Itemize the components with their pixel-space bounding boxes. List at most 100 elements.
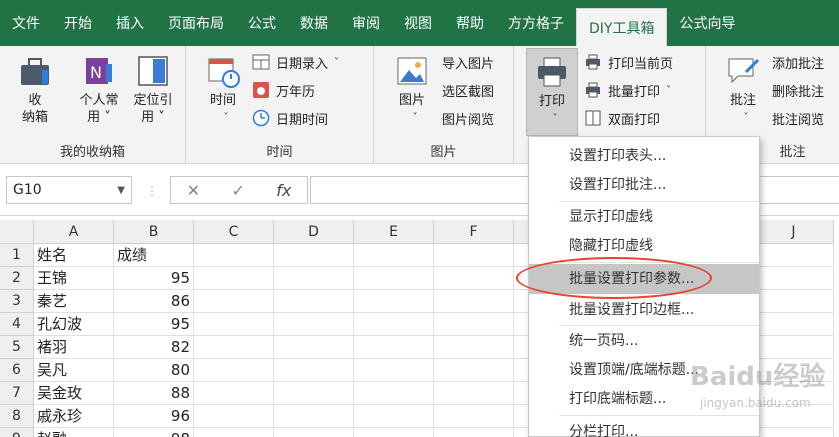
cell[interactable] <box>274 382 354 405</box>
print-button[interactable]: 打印 ˅ <box>526 48 578 136</box>
cell[interactable]: 赵融 <box>34 428 114 437</box>
cell[interactable] <box>274 336 354 359</box>
cell[interactable] <box>274 405 354 428</box>
chevron-down-icon[interactable]: ▼ <box>117 185 125 196</box>
cell[interactable] <box>274 428 354 437</box>
tab-review[interactable]: 审阅 <box>340 0 392 46</box>
cell[interactable] <box>354 359 434 382</box>
cell[interactable]: 吴金玫 <box>34 382 114 405</box>
tab-home[interactable]: 开始 <box>52 0 104 46</box>
print-current-page-button[interactable]: 打印当前页 <box>584 50 673 74</box>
picture-button[interactable]: 图片 ˅ <box>388 54 436 126</box>
delete-comment-button[interactable]: 删除批注 <box>772 78 824 102</box>
add-comment-button[interactable]: 添加批注 <box>772 50 824 74</box>
cell[interactable]: 86 <box>114 290 194 313</box>
cell[interactable]: 成绩 <box>114 244 194 267</box>
comment-browse-button[interactable]: 批注阅览 <box>772 106 824 130</box>
cell[interactable] <box>194 267 274 290</box>
menu-item-batch-print-params[interactable]: 批量设置打印参数... <box>529 264 759 294</box>
cell[interactable] <box>274 244 354 267</box>
batch-print-button[interactable]: 批量打印 ˅ <box>584 78 671 102</box>
cell[interactable] <box>434 359 514 382</box>
row-header[interactable]: 3 <box>0 290 34 313</box>
cell[interactable]: 95 <box>114 267 194 290</box>
tab-formulas[interactable]: 公式 <box>236 0 288 46</box>
column-header[interactable]: B <box>114 220 194 244</box>
cell[interactable] <box>354 267 434 290</box>
menu-item-show-print-lines[interactable]: 显示打印虚线 <box>529 202 759 232</box>
cell[interactable] <box>354 405 434 428</box>
tab-diy-toolbox[interactable]: DIY工具箱 <box>576 8 668 46</box>
menu-item-unify-page-numbers[interactable]: 统一页码... <box>529 326 759 356</box>
cell[interactable] <box>354 382 434 405</box>
menu-item-hide-print-lines[interactable]: 隐藏打印虚线 <box>529 231 759 261</box>
cell[interactable] <box>194 336 274 359</box>
cell[interactable] <box>434 267 514 290</box>
cancel-icon[interactable]: ✕ <box>187 181 200 200</box>
cell[interactable] <box>434 336 514 359</box>
cell[interactable]: 88 <box>114 382 194 405</box>
cell[interactable]: 褚羽 <box>34 336 114 359</box>
tab-fangfang[interactable]: 方方格子 <box>496 0 576 46</box>
tab-help[interactable]: 帮助 <box>444 0 496 46</box>
selection-screenshot-button[interactable]: 选区截图 <box>442 78 494 102</box>
import-picture-button[interactable]: 导入图片 <box>442 50 494 74</box>
cell[interactable] <box>194 405 274 428</box>
tab-data[interactable]: 数据 <box>288 0 340 46</box>
row-header[interactable]: 6 <box>0 359 34 382</box>
cell[interactable] <box>194 313 274 336</box>
locate-reference-button[interactable]: 定位引 用 ˅ <box>126 54 180 126</box>
tab-insert[interactable]: 插入 <box>104 0 156 46</box>
picture-browse-button[interactable]: 图片阅览 <box>442 106 494 130</box>
menu-item-column-print[interactable]: 分栏打印... <box>529 417 759 437</box>
row-header[interactable]: 1 <box>0 244 34 267</box>
cell[interactable]: 80 <box>114 359 194 382</box>
cell[interactable] <box>274 313 354 336</box>
cell[interactable]: 吴凡 <box>34 359 114 382</box>
row-header[interactable]: 5 <box>0 336 34 359</box>
column-header[interactable]: A <box>34 220 114 244</box>
select-all-corner[interactable] <box>0 220 34 244</box>
tab-page-layout[interactable]: 页面布局 <box>156 0 236 46</box>
menu-item-batch-print-border[interactable]: 批量设置打印边框... <box>529 295 759 325</box>
cell[interactable]: 王锦 <box>34 267 114 290</box>
cell[interactable]: 82 <box>114 336 194 359</box>
tab-view[interactable]: 视图 <box>392 0 444 46</box>
cell[interactable] <box>274 290 354 313</box>
time-button[interactable]: 时间 ˅ <box>200 54 246 126</box>
cell[interactable] <box>194 290 274 313</box>
date-entry-button[interactable]: 日期录入 ˅ <box>252 50 339 74</box>
menu-item-print-header[interactable]: 设置打印表头... <box>529 141 759 171</box>
perpetual-calendar-button[interactable]: 万年历 <box>252 78 315 102</box>
cell[interactable] <box>194 382 274 405</box>
cell[interactable] <box>274 359 354 382</box>
datetime-button[interactable]: 日期时间 <box>252 106 328 130</box>
cell[interactable] <box>354 428 434 437</box>
row-header[interactable]: 8 <box>0 405 34 428</box>
comment-button[interactable]: 批注 ˅ <box>720 54 766 126</box>
cell[interactable] <box>354 313 434 336</box>
cell[interactable] <box>274 267 354 290</box>
cell[interactable] <box>434 244 514 267</box>
duplex-print-button[interactable]: 双面打印 <box>584 106 660 130</box>
insert-function-icon[interactable]: fx <box>276 181 291 200</box>
column-header[interactable]: D <box>274 220 354 244</box>
column-header[interactable]: E <box>354 220 434 244</box>
cell[interactable] <box>434 313 514 336</box>
cell[interactable]: 96 <box>114 405 194 428</box>
cell[interactable] <box>434 405 514 428</box>
tab-formula-wizard[interactable]: 公式向导 <box>667 0 747 46</box>
column-header[interactable]: F <box>434 220 514 244</box>
storage-box-button[interactable]: 收 纳箱 <box>10 54 60 126</box>
tab-file[interactable]: 文件 <box>0 0 52 46</box>
cell[interactable]: 98 <box>114 428 194 437</box>
cell[interactable] <box>434 382 514 405</box>
cell[interactable] <box>754 313 834 336</box>
cell[interactable]: 秦艺 <box>34 290 114 313</box>
cell[interactable] <box>194 359 274 382</box>
cell[interactable] <box>194 244 274 267</box>
cell[interactable] <box>754 290 834 313</box>
cell[interactable]: 孔幻波 <box>34 313 114 336</box>
cell[interactable] <box>354 290 434 313</box>
cell[interactable] <box>434 428 514 437</box>
